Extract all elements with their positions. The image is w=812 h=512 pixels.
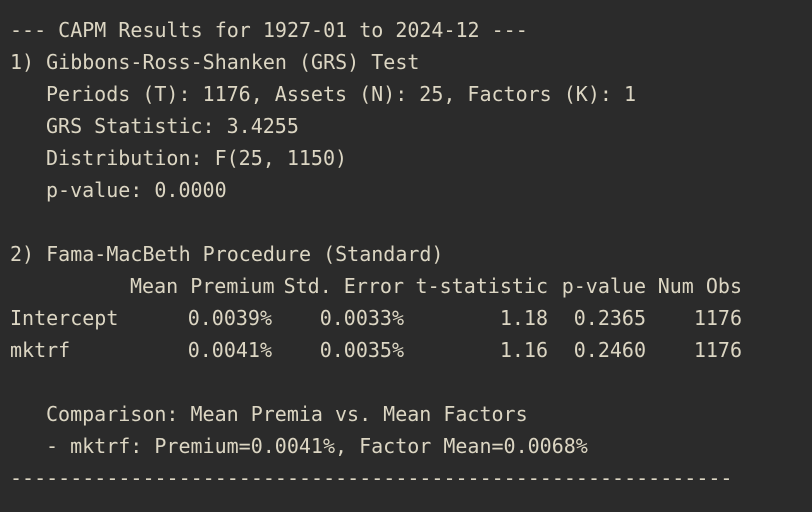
terminal-output: --- CAPM Results for 1927-01 to 2024-12 … <box>0 0 812 512</box>
grs-section-title: 1) Gibbons-Ross-Shanken (GRS) Test <box>10 50 420 74</box>
mean-premium-value: 0.0039% <box>187 306 272 330</box>
fm-section-title: 2) Fama-MacBeth Procedure (Standard) <box>10 242 444 266</box>
std-error-value: 0.0033% <box>319 306 404 330</box>
table-row: mktrf 0.0041% 0.0035% 1.16 0.2460 1176 <box>10 334 802 366</box>
num-obs-value: 1176 <box>693 338 742 362</box>
comparison-item: - mktrf: Premium=0.0041%, Factor Mean=0.… <box>46 434 588 458</box>
fm-col-header-p-value: p-value <box>561 274 646 298</box>
p-value-value: 0.2460 <box>573 338 646 362</box>
fm-col-header-0 <box>10 270 130 302</box>
grs-distribution: Distribution: F(25, 1150) <box>46 146 348 170</box>
grs-statistic: GRS Statistic: 3.4255 <box>46 114 299 138</box>
num-obs-value: 1176 <box>693 306 742 330</box>
fm-col-header-mean-premium: Mean Premium <box>130 274 275 298</box>
fm-col-header-t-statistic: t-statistic <box>415 274 548 298</box>
std-error-value: 0.0035% <box>319 338 404 362</box>
results-header: --- CAPM Results for 1927-01 to 2024-12 … <box>10 18 528 42</box>
row-label: mktrf <box>10 338 71 362</box>
comparison-title: Comparison: Mean Premia vs. Mean Factors <box>46 402 528 426</box>
fm-table-header: Mean Premium Std. Error t-statistic p-va… <box>10 270 802 302</box>
grs-periods: Periods (T): 1176, Assets (N): 25, Facto… <box>46 82 637 106</box>
mean-premium-value: 0.0041% <box>187 338 272 362</box>
row-label: Intercept <box>10 306 119 330</box>
fm-col-header-std-error: Std. Error <box>283 274 404 298</box>
table-row: Intercept 0.0039% 0.0033% 1.18 0.2365 11… <box>10 302 802 334</box>
p-value-value: 0.2365 <box>573 306 646 330</box>
fm-col-header-num-obs: Num Obs <box>657 274 742 298</box>
t-statistic-value: 1.16 <box>499 338 548 362</box>
t-statistic-value: 1.18 <box>499 306 548 330</box>
grs-pvalue: p-value: 0.0000 <box>46 178 227 202</box>
divider-rule: ----------------------------------------… <box>10 466 733 490</box>
